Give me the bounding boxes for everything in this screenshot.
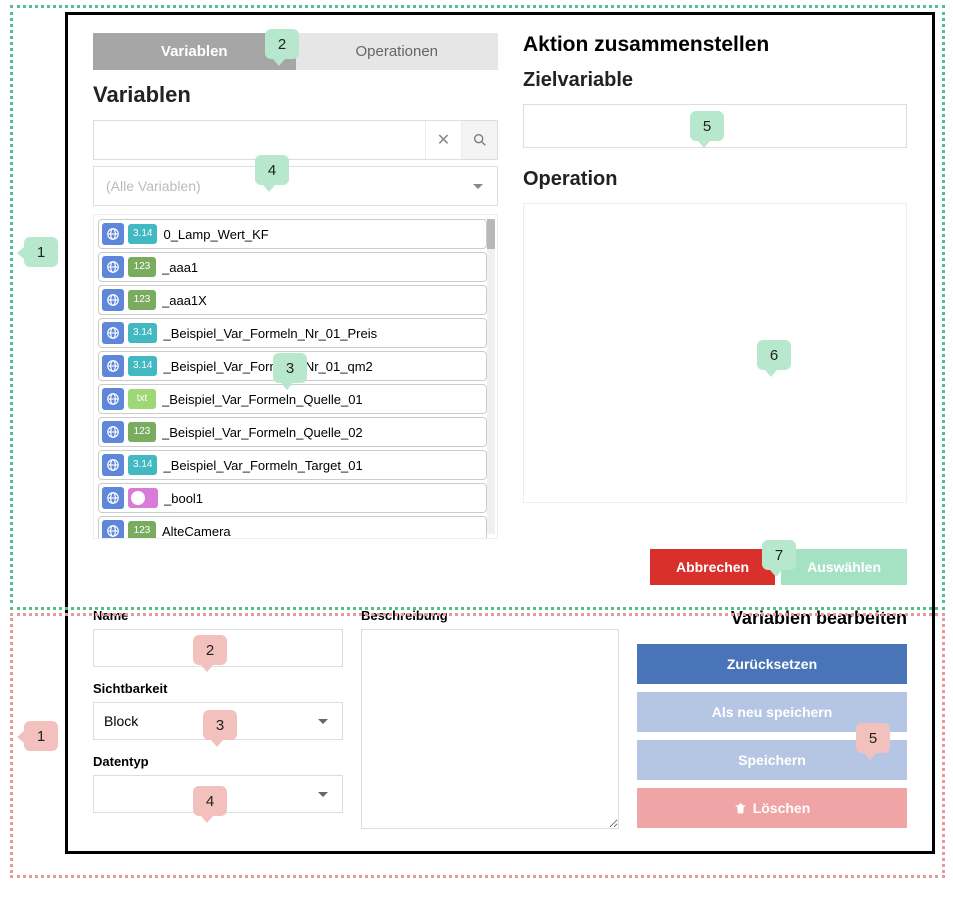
- callout-green-7: 7: [762, 540, 796, 570]
- filter-placeholder: (Alle Variablen): [106, 178, 201, 194]
- variable-name: _aaa1: [162, 260, 481, 275]
- type-badge-float: 3.14: [128, 455, 157, 475]
- variable-name: _bool1: [164, 491, 481, 506]
- callout-red-2: 2: [193, 635, 227, 665]
- type-badge-float: 3.14: [128, 224, 157, 244]
- variable-item[interactable]: 3.14 0_Lamp_Wert_KF: [98, 219, 487, 249]
- globe-icon: [102, 454, 124, 476]
- variable-name: AlteCamera: [162, 524, 481, 539]
- type-badge-int: 123: [128, 290, 156, 310]
- operation-dropzone[interactable]: [523, 203, 907, 503]
- globe-icon: [102, 388, 124, 410]
- search-icon: [472, 132, 488, 148]
- callout-red-4: 4: [193, 786, 227, 816]
- scrollbar-track: [487, 219, 495, 534]
- variable-item[interactable]: 123 _aaa1: [98, 252, 487, 282]
- variable-name: _Beispiel_Var_Formeln_Nr_01_Preis: [163, 326, 481, 341]
- callout-red-1: 1: [24, 721, 58, 751]
- variable-item[interactable]: _bool1: [98, 483, 487, 513]
- label-visibility: Sichtbarkeit: [93, 681, 343, 696]
- filter-variables-select[interactable]: (Alle Variablen): [93, 166, 498, 206]
- variable-name: _aaa1X: [162, 293, 481, 308]
- callout-green-3: 3: [273, 353, 307, 383]
- variable-item[interactable]: 123 AlteCamera: [98, 516, 487, 539]
- close-icon: ✕: [437, 130, 450, 150]
- label-description: Beschreibung: [361, 608, 619, 623]
- variable-item[interactable]: 3.14 _Beispiel_Var_Formeln_Nr_01_Preis: [98, 318, 487, 348]
- variable-name: _Beispiel_Var_Formeln_Quelle_02: [162, 425, 481, 440]
- delete-button-label: Löschen: [753, 800, 811, 816]
- globe-icon: [102, 223, 124, 245]
- section-title-variables: Variablen: [93, 82, 498, 108]
- trash-icon: [734, 802, 747, 815]
- cancel-button[interactable]: Abbrechen: [650, 549, 775, 585]
- variable-name: 0_Lamp_Wert_KF: [163, 227, 481, 242]
- callout-green-2: 2: [265, 29, 299, 59]
- action-row: Abbrechen Auswählen: [68, 549, 932, 600]
- select-button[interactable]: Auswählen: [781, 549, 907, 585]
- app-window: Variablen Operationen Variablen ✕ (Alle …: [65, 12, 935, 854]
- delete-button[interactable]: Löschen: [637, 788, 907, 828]
- type-badge-int: 123: [128, 422, 156, 442]
- clear-search-button[interactable]: ✕: [425, 121, 461, 159]
- globe-icon: [102, 256, 124, 278]
- section-title-compose: Aktion zusammenstellen: [523, 33, 907, 57]
- type-badge-float: 3.14: [128, 323, 157, 343]
- reset-button[interactable]: Zurücksetzen: [637, 644, 907, 684]
- tab-operations[interactable]: Operationen: [296, 33, 499, 70]
- callout-red-5: 5: [856, 723, 890, 753]
- globe-icon: [102, 355, 124, 377]
- variable-item[interactable]: 123 _aaa1X: [98, 285, 487, 315]
- section-title-operation: Operation: [523, 168, 907, 191]
- variable-name: _Beispiel_Var_Formeln_Quelle_01: [162, 392, 481, 407]
- type-badge-int: 123: [128, 521, 156, 539]
- search-row: ✕: [93, 120, 498, 160]
- variable-name: _Beispiel_Var_Formeln_Nr_01_qm2: [163, 359, 481, 374]
- globe-icon: [102, 421, 124, 443]
- label-name: Name: [93, 608, 343, 623]
- description-textarea[interactable]: [361, 629, 619, 829]
- type-badge-bool: [128, 488, 158, 508]
- callout-green-4: 4: [255, 155, 289, 185]
- type-badge-txt: txt: [128, 389, 156, 409]
- globe-icon: [102, 289, 124, 311]
- panel-title-edit: Variablen bearbeiten: [637, 608, 907, 629]
- type-badge-int: 123: [128, 257, 156, 277]
- callout-red-3: 3: [203, 710, 237, 740]
- search-input[interactable]: [94, 121, 425, 159]
- globe-icon: [102, 520, 124, 539]
- section-title-target: Zielvariable: [523, 69, 907, 92]
- callout-green-1: 1: [24, 237, 58, 267]
- label-datatype: Datentyp: [93, 754, 343, 769]
- globe-icon: [102, 322, 124, 344]
- callout-green-5: 5: [690, 111, 724, 141]
- globe-icon: [102, 487, 124, 509]
- variable-item[interactable]: 123 _Beispiel_Var_Formeln_Quelle_02: [98, 417, 487, 447]
- scrollbar-thumb[interactable]: [487, 219, 495, 249]
- visibility-value: Block: [104, 713, 138, 729]
- callout-green-6: 6: [757, 340, 791, 370]
- variable-name: _Beispiel_Var_Formeln_Target_01: [163, 458, 481, 473]
- panel-compose-action: Variablen Operationen Variablen ✕ (Alle …: [68, 15, 932, 549]
- type-badge-float: 3.14: [128, 356, 157, 376]
- variable-item[interactable]: 3.14 _Beispiel_Var_Formeln_Target_01: [98, 450, 487, 480]
- search-button[interactable]: [461, 121, 497, 159]
